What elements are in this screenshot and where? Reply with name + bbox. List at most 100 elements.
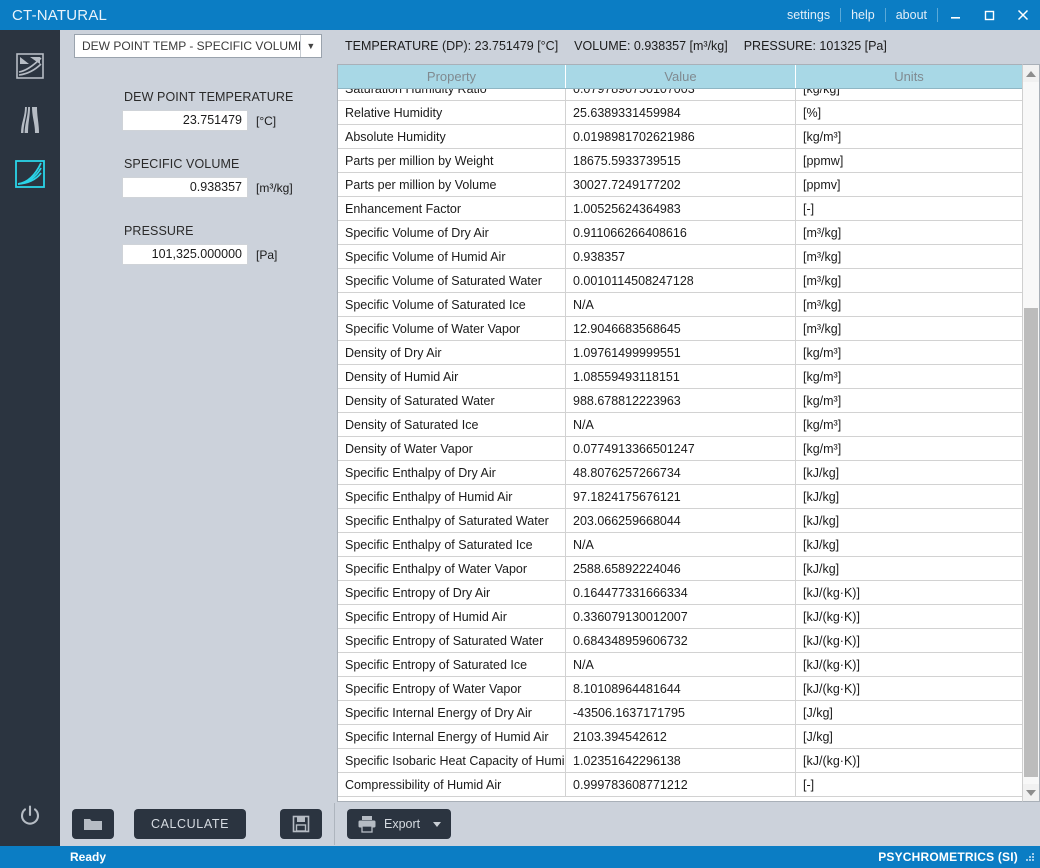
mode-select[interactable]: DEW POINT TEMP - SPECIFIC VOLUME ▼	[74, 34, 322, 58]
arrow-down-icon	[1026, 789, 1036, 796]
column-header-value[interactable]: Value	[566, 65, 796, 88]
table-cell-property: Specific Enthalpy of Water Vapor	[338, 557, 566, 580]
table-cell-value: N/A	[566, 293, 796, 316]
table-cell-units: [J/kg]	[803, 705, 833, 720]
table-row[interactable]: Density of Humid Air 1.08559493118151 [kg/…	[338, 365, 1022, 389]
scroll-up-button[interactable]	[1023, 65, 1039, 82]
table-cell-value: 0.938357	[566, 245, 796, 268]
help-link[interactable]: help	[841, 0, 885, 30]
table-cell-property: Specific Enthalpy of Saturated Ice	[338, 533, 566, 556]
open-file-button[interactable]	[72, 809, 114, 839]
table-row[interactable]: Absolute Humidity 0.0198981702621986 [kg/m…	[338, 125, 1022, 149]
table-row[interactable]: Specific Entropy of Saturated Water 0.684…	[338, 629, 1022, 653]
floppy-icon	[292, 815, 310, 833]
column-header-units[interactable]: Units	[796, 65, 1022, 88]
specific-volume-input[interactable]: 0.938357	[122, 177, 248, 198]
table-cell-value: N/A	[566, 653, 796, 676]
table-cell-units: [kg/m³]	[803, 369, 842, 384]
table-row[interactable]: Specific Entropy of Dry Air 0.16447733166…	[338, 581, 1022, 605]
table-cell-value: 2103.394542612	[566, 725, 796, 748]
results-table: Property Value Units Saturation Humidity…	[337, 64, 1022, 802]
table-row[interactable]: Relative Humidity 25.6389331459984 [%]	[338, 101, 1022, 125]
table-row[interactable]: Density of Water Vapor 0.0774913366501247…	[338, 437, 1022, 461]
table-vertical-scrollbar[interactable]	[1022, 64, 1040, 802]
performance-curves-icon[interactable]	[8, 152, 52, 196]
results-panel: Property Value Units Saturation Humidity…	[337, 62, 1040, 802]
table-row[interactable]: Density of Saturated Water 988.6788122239…	[338, 389, 1022, 413]
table-row[interactable]: Saturation Humidity Ratio0.0797890750107…	[338, 89, 1022, 101]
settings-link[interactable]: settings	[777, 0, 840, 30]
maximize-button[interactable]	[972, 0, 1006, 30]
dew-point-temperature-row: 23.751479 [°C]	[60, 110, 337, 131]
table-row[interactable]: Parts per million by Volume 30027.7249177…	[338, 173, 1022, 197]
table-cell-value: 25.6389331459984	[566, 101, 796, 124]
table-row[interactable]: Specific Entropy of Humid Air 0.336079130…	[338, 605, 1022, 629]
table-body: Saturation Humidity Ratio0.0797890750107…	[338, 89, 1022, 801]
table-row[interactable]: Specific Internal Energy of Dry Air -4350…	[338, 701, 1022, 725]
power-icon[interactable]	[8, 794, 52, 838]
table-cell-units: [-]	[803, 201, 815, 216]
chevron-down-icon[interactable]: ▼	[299, 35, 321, 57]
minimize-button[interactable]	[938, 0, 972, 30]
resize-grip-icon[interactable]	[1024, 851, 1036, 863]
table-row[interactable]: Compressibility of Humid Air 0.9997836087…	[338, 773, 1022, 797]
dew-point-temperature-label: DEW POINT TEMPERATURE	[124, 90, 294, 104]
table-cell-property: Density of Saturated Ice	[338, 413, 566, 436]
table-row[interactable]: Specific Entropy of Water Vapor 8.1010896…	[338, 677, 1022, 701]
table-rows-container: Saturation Humidity Ratio0.0797890750107…	[338, 89, 1022, 797]
column-header-property[interactable]: Property	[338, 65, 566, 88]
about-link[interactable]: about	[886, 0, 937, 30]
table-cell-units: [ppmv]	[803, 177, 841, 192]
scroll-thumb[interactable]	[1024, 308, 1038, 777]
table-cell-property: Parts per million by Weight	[338, 149, 566, 172]
table-row[interactable]: Specific Volume of Dry Air 0.911066266408…	[338, 221, 1022, 245]
close-button[interactable]	[1006, 0, 1040, 30]
table-row[interactable]: Specific Isobaric Heat Capacity of Humid…	[338, 749, 1022, 773]
table-cell-units: [ppmw]	[803, 153, 844, 168]
table-row[interactable]: Specific Enthalpy of Saturated Water 203.…	[338, 509, 1022, 533]
table-row[interactable]: Specific Volume of Saturated Water 0.0010…	[338, 269, 1022, 293]
table-row[interactable]: Specific Volume of Water Vapor 12.9046683…	[338, 317, 1022, 341]
dew-point-temperature-input[interactable]: 23.751479	[122, 110, 248, 131]
table-cell-property: Specific Internal Energy of Humid Air	[338, 725, 566, 748]
psychrometric-chart-icon[interactable]	[8, 44, 52, 88]
table-cell-property: Specific Volume of Dry Air	[338, 221, 566, 244]
table-cell-property: Density of Dry Air	[338, 341, 566, 364]
table-row[interactable]: Density of Dry Air 1.09761499999551 [kg/m³…	[338, 341, 1022, 365]
table-row[interactable]: Enhancement Factor 1.00525624364983 [-]	[338, 197, 1022, 221]
table-row[interactable]: Specific Internal Energy of Humid Air 210…	[338, 725, 1022, 749]
table-cell-property: Density of Water Vapor	[338, 437, 566, 460]
table-cell-value: 30027.7249177202	[566, 173, 796, 196]
table-row[interactable]: Specific Entropy of Saturated Ice N/A [kJ/…	[338, 653, 1022, 677]
table-row[interactable]: Parts per million by Weight 18675.5933739…	[338, 149, 1022, 173]
table-row[interactable]: Density of Saturated Ice N/A [kg/m³]	[338, 413, 1022, 437]
table-row[interactable]: Specific Enthalpy of Humid Air 97.1824175…	[338, 485, 1022, 509]
table-row[interactable]: Specific Enthalpy of Water Vapor 2588.658…	[338, 557, 1022, 581]
table-cell-units: [kg/m³]	[803, 417, 842, 432]
mode-select-value: DEW POINT TEMP - SPECIFIC VOLUME	[82, 39, 300, 53]
table-row[interactable]: Specific Volume of Humid Air 0.938357 [m³/…	[338, 245, 1022, 269]
cooling-tower-icon[interactable]	[8, 98, 52, 142]
export-caret-down-icon[interactable]	[433, 821, 442, 827]
table-cell-value: 0.0774913366501247	[566, 437, 796, 460]
save-button[interactable]	[280, 809, 322, 839]
table-cell-property: Specific Entropy of Humid Air	[338, 605, 566, 628]
table-cell-value: -43506.1637171795	[566, 701, 796, 724]
pressure-input[interactable]: 101,325.000000	[122, 244, 248, 265]
table-row[interactable]: Specific Volume of Saturated Ice N/A [m³/k…	[338, 293, 1022, 317]
table-cell-value: 0.0010114508247128	[566, 269, 796, 292]
table-cell-property: Specific Volume of Saturated Ice	[338, 293, 566, 316]
scroll-track[interactable]	[1023, 82, 1039, 784]
table-cell-value: 203.066259668044	[566, 509, 796, 532]
table-cell-value: 988.678812223963	[566, 389, 796, 412]
calculate-button[interactable]: CALCULATE	[134, 809, 246, 839]
readout-volume: VOLUME: 0.938357 [m³/kg]	[574, 39, 728, 53]
table-cell-units: [kg/m³]	[803, 393, 842, 408]
table-row[interactable]: Specific Enthalpy of Saturated Ice N/A [kJ…	[338, 533, 1022, 557]
bottom-toolbar: CALCULATE Export	[60, 802, 1040, 846]
table-cell-units: [kg/m³]	[803, 441, 842, 456]
export-button[interactable]: Export	[347, 809, 452, 839]
scroll-down-button[interactable]	[1023, 784, 1039, 801]
status-bar: Ready PSYCHROMETRICS (SI)	[0, 846, 1040, 868]
table-row[interactable]: Specific Enthalpy of Dry Air 48.807625726…	[338, 461, 1022, 485]
